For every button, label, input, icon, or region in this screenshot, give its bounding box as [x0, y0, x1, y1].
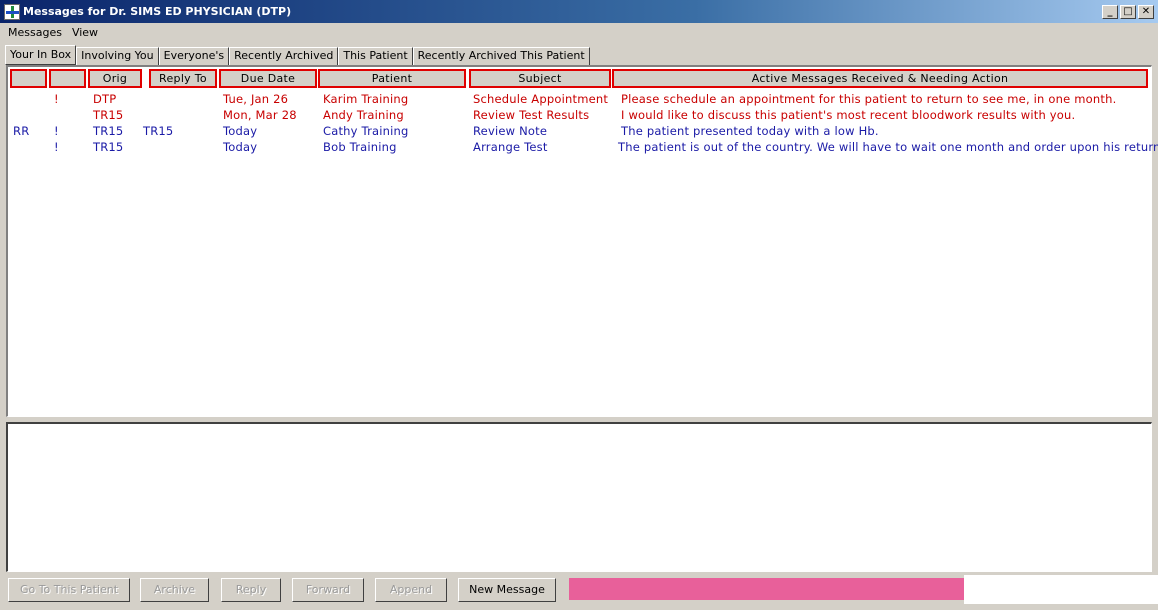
- cell-due-date: Today: [223, 140, 258, 154]
- menu-view[interactable]: View: [68, 26, 104, 39]
- column-header-patient[interactable]: Patient: [318, 69, 466, 88]
- column-header-flag1[interactable]: [10, 69, 47, 88]
- column-header-orig[interactable]: Orig: [88, 69, 142, 88]
- cell-flag2: !: [54, 124, 59, 138]
- table-row[interactable]: ! TR15 Today Bob Training Arrange Test T…: [8, 139, 1158, 155]
- archive-button[interactable]: Archive: [140, 578, 209, 602]
- button-bar: Go To This Patient Archive Reply Forward…: [0, 575, 1158, 610]
- status-bar: [569, 578, 964, 600]
- cell-message: Please schedule an appointment for this …: [621, 92, 1117, 106]
- cell-patient: Bob Training: [323, 140, 397, 154]
- tab-recently-archived-this-patient[interactable]: Recently Archived This Patient: [412, 47, 590, 65]
- tab-recently-archived[interactable]: Recently Archived: [229, 47, 339, 65]
- cell-subject: Review Test Results: [473, 108, 590, 122]
- message-detail-pane[interactable]: [6, 422, 1152, 572]
- column-header-due-date[interactable]: Due Date: [219, 69, 317, 88]
- cell-subject: Arrange Test: [473, 140, 548, 154]
- cell-flag2: !: [54, 140, 59, 154]
- cell-flag1: RR: [13, 124, 30, 138]
- cell-subject: Review Note: [473, 124, 548, 138]
- column-header-message[interactable]: Active Messages Received & Needing Actio…: [612, 69, 1148, 88]
- column-header-flag2[interactable]: [49, 69, 86, 88]
- window-title: Messages for Dr. SIMS ED PHYSICIAN (DTP): [23, 5, 292, 18]
- menu-messages[interactable]: Messages: [0, 26, 68, 39]
- cell-message: The patient presented today with a low H…: [621, 124, 879, 138]
- forward-button[interactable]: Forward: [292, 578, 364, 602]
- cell-orig: TR15: [93, 140, 124, 154]
- cell-due-date: Mon, Mar 28: [223, 108, 297, 122]
- tab-your-in-box[interactable]: Your In Box: [5, 45, 77, 65]
- column-header-reply-to[interactable]: Reply To: [149, 69, 217, 88]
- message-rows: ! DTP Tue, Jan 26 Karim Training Schedul…: [8, 91, 1158, 155]
- app-icon: [4, 3, 20, 20]
- cell-due-date: Tue, Jan 26: [223, 92, 289, 106]
- close-button[interactable]: ✕: [1138, 4, 1154, 19]
- cell-message: The patient is out of the country. We wi…: [618, 140, 1158, 154]
- title-bar[interactable]: Messages for Dr. SIMS ED PHYSICIAN (DTP)…: [0, 0, 1158, 23]
- cell-subject: Schedule Appointment: [473, 92, 609, 106]
- tab-involving-you[interactable]: Involving You: [76, 47, 159, 65]
- cell-message: I would like to discuss this patient's m…: [621, 108, 1076, 122]
- tab-everyones[interactable]: Everyone's: [158, 47, 230, 65]
- cell-patient: Karim Training: [323, 92, 409, 106]
- cell-orig: TR15: [93, 124, 124, 138]
- append-button[interactable]: Append: [375, 578, 447, 602]
- new-message-button[interactable]: New Message: [458, 578, 556, 602]
- maximize-button[interactable]: □: [1120, 4, 1136, 19]
- message-list[interactable]: Orig Reply To Due Date Patient Subject A…: [6, 65, 1158, 417]
- reply-button[interactable]: Reply: [221, 578, 281, 602]
- table-row[interactable]: TR15 Mon, Mar 28 Andy Training Review Te…: [8, 107, 1151, 123]
- column-header-subject[interactable]: Subject: [469, 69, 611, 88]
- menu-bar: Messages View: [0, 23, 1158, 42]
- cell-reply-to: TR15: [143, 124, 174, 138]
- table-row[interactable]: ! DTP Tue, Jan 26 Karim Training Schedul…: [8, 91, 1151, 107]
- minimize-button[interactable]: _: [1102, 4, 1118, 19]
- cell-orig: DTP: [93, 92, 117, 106]
- cell-patient: Cathy Training: [323, 124, 409, 138]
- cell-patient: Andy Training: [323, 108, 404, 122]
- cell-due-date: Today: [223, 124, 258, 138]
- column-header-row: Orig Reply To Due Date Patient Subject A…: [8, 67, 1151, 89]
- table-row[interactable]: RR ! TR15 TR15 Today Cathy Training Revi…: [8, 123, 1151, 139]
- messages-window: Messages for Dr. SIMS ED PHYSICIAN (DTP)…: [0, 0, 1158, 610]
- tab-strip: Your In Box Involving You Everyone's Rec…: [5, 45, 590, 65]
- tab-this-patient[interactable]: This Patient: [338, 47, 413, 65]
- status-panel: [964, 575, 1158, 604]
- cell-orig: TR15: [93, 108, 124, 122]
- go-to-patient-button[interactable]: Go To This Patient: [8, 578, 130, 602]
- cell-flag2: !: [54, 92, 59, 106]
